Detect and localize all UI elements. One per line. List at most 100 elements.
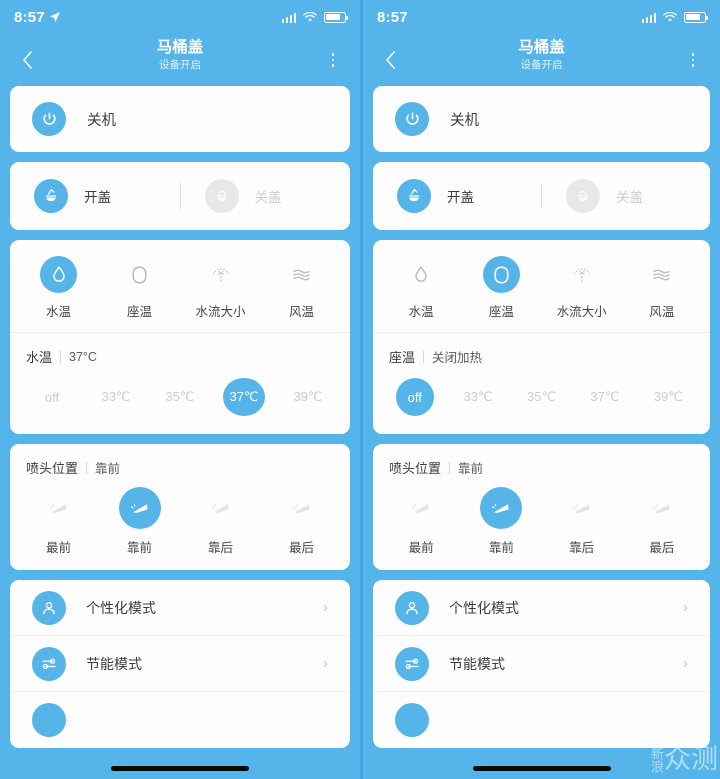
- tab-seat-temp[interactable]: 座温: [99, 256, 180, 320]
- nozzle-option[interactable]: 最后: [261, 487, 342, 556]
- nozzle-current: 靠前: [95, 462, 121, 476]
- step-option[interactable]: 33℃: [446, 378, 509, 416]
- list-item-label: 个性化模式: [449, 599, 519, 616]
- list-item[interactable]: 个性化模式 ›: [10, 580, 350, 636]
- tab-seat-temp[interactable]: 座温: [461, 256, 541, 320]
- nav-bar: 马桶盖 设备开启: [0, 34, 360, 86]
- nozzle-option[interactable]: 最前: [18, 487, 99, 556]
- power-card: 关机: [10, 86, 350, 152]
- wind-icon: [643, 256, 680, 293]
- person-icon: [395, 590, 429, 625]
- step-option[interactable]: 39℃: [637, 378, 700, 416]
- power-label: 关机: [87, 112, 116, 129]
- tab-label: 座温: [488, 305, 514, 319]
- status-icons: [641, 11, 709, 23]
- value-key: 水温: [26, 350, 53, 365]
- nozzle-option[interactable]: 靠前: [99, 487, 180, 556]
- list-item[interactable]: 个性化模式 ›: [373, 580, 710, 636]
- lid-close-button[interactable]: 关盖: [542, 179, 710, 213]
- step-option[interactable]: 37℃: [212, 378, 276, 416]
- modes-card: 个性化模式 › 节能模式 ›: [10, 580, 350, 748]
- power-row[interactable]: 关机: [10, 86, 350, 152]
- status-time-group: 8:57: [377, 9, 408, 26]
- page-title: 马桶盖: [518, 39, 565, 56]
- lid-close-icon[interactable]: [566, 179, 600, 213]
- nozzle-label: 最前: [408, 541, 434, 555]
- nozzle-spray-icon: [118, 487, 161, 529]
- value-current: 关闭加热: [432, 351, 483, 365]
- step-option[interactable]: 35℃: [148, 378, 212, 416]
- status-bar: 8:57: [363, 0, 720, 34]
- settings-tabs: 水温 座温 水流大小 风温: [10, 240, 350, 333]
- nozzle-label: 靠前: [488, 541, 514, 555]
- nozzle-options: 最前 靠前 靠后 最后: [10, 477, 350, 570]
- step-label: off: [44, 389, 60, 405]
- list-item-partial[interactable]: [373, 692, 710, 748]
- lid-close-icon[interactable]: [204, 179, 239, 213]
- back-button[interactable]: [377, 47, 403, 73]
- nav-bar: 马桶盖 设备开启: [363, 34, 720, 86]
- nozzle-option[interactable]: 最前: [381, 487, 461, 556]
- settings-card: 水温 座温: [373, 240, 710, 434]
- nozzle-option[interactable]: 最后: [622, 487, 702, 556]
- step-option[interactable]: 33℃: [84, 378, 148, 416]
- step-option[interactable]: off: [383, 378, 446, 416]
- value-separator: [60, 350, 62, 363]
- tab-label: 风温: [288, 305, 314, 319]
- nozzle-current: 靠前: [458, 462, 484, 476]
- step-option[interactable]: 37℃: [573, 378, 636, 416]
- tab-water-temp[interactable]: 水温: [381, 256, 461, 320]
- water-drop-icon: [40, 256, 77, 293]
- power-row[interactable]: 关机: [373, 86, 710, 152]
- nozzle-option[interactable]: 靠后: [542, 487, 622, 556]
- location-arrow-icon: [49, 11, 61, 23]
- water-flow-icon: [202, 256, 239, 293]
- tab-wind-temp[interactable]: 风温: [622, 256, 702, 320]
- status-bar: 8:57: [0, 0, 360, 34]
- device-status-text: 设备开启: [520, 59, 563, 71]
- lid-open-icon[interactable]: [397, 179, 431, 213]
- list-item-partial[interactable]: [10, 692, 350, 748]
- water-flow-icon: [563, 256, 600, 293]
- nozzle-option[interactable]: 靠前: [461, 487, 541, 556]
- lid-open-icon[interactable]: [34, 179, 68, 213]
- nozzle-key: 喷头位置: [389, 461, 442, 476]
- chevron-right-icon: ›: [683, 599, 688, 616]
- step-option[interactable]: 39℃: [276, 378, 340, 416]
- power-label: 关机: [450, 112, 479, 129]
- more-options-icon[interactable]: [680, 47, 706, 73]
- tab-water-temp[interactable]: 水温: [18, 256, 99, 320]
- step-label: 33℃: [101, 389, 131, 404]
- wind-icon: [283, 256, 320, 293]
- settings-tabs: 水温 座温 水流大小 风温: [373, 240, 710, 333]
- nozzle-option[interactable]: 靠后: [180, 487, 261, 556]
- power-icon[interactable]: [32, 102, 66, 136]
- lid-open-label: 开盖: [84, 190, 111, 205]
- tab-wind-temp[interactable]: 风温: [261, 256, 342, 320]
- step-label: 39℃: [293, 389, 323, 404]
- status-clock: 8:57: [377, 8, 408, 26]
- step-option[interactable]: 35℃: [510, 378, 573, 416]
- tab-water-flow[interactable]: 水流大小: [542, 256, 622, 320]
- tab-water-flow[interactable]: 水流大小: [180, 256, 261, 320]
- more-options-icon[interactable]: [320, 47, 346, 73]
- lid-row: 开盖 关盖: [373, 162, 710, 230]
- list-item[interactable]: 节能模式 ›: [373, 636, 710, 692]
- nozzle-label: 靠后: [569, 541, 595, 555]
- lid-close-button[interactable]: 关盖: [181, 179, 351, 213]
- list-item[interactable]: 节能模式 ›: [10, 636, 350, 692]
- seat-icon: [482, 256, 520, 293]
- step-label: 37℃: [590, 389, 620, 404]
- signal-icon: [281, 12, 296, 23]
- back-button[interactable]: [14, 47, 40, 73]
- lid-open-button[interactable]: 开盖: [373, 179, 541, 213]
- power-icon[interactable]: [395, 102, 429, 136]
- lid-open-button[interactable]: 开盖: [10, 179, 180, 213]
- step-label: 35℃: [526, 389, 557, 404]
- status-clock: 8:57: [14, 8, 45, 26]
- watermark: 新浪 众测: [648, 746, 718, 773]
- seat-icon: [121, 256, 158, 293]
- step-option[interactable]: off: [20, 378, 84, 416]
- lid-open-label: 开盖: [447, 190, 474, 205]
- status-icons: [281, 11, 349, 23]
